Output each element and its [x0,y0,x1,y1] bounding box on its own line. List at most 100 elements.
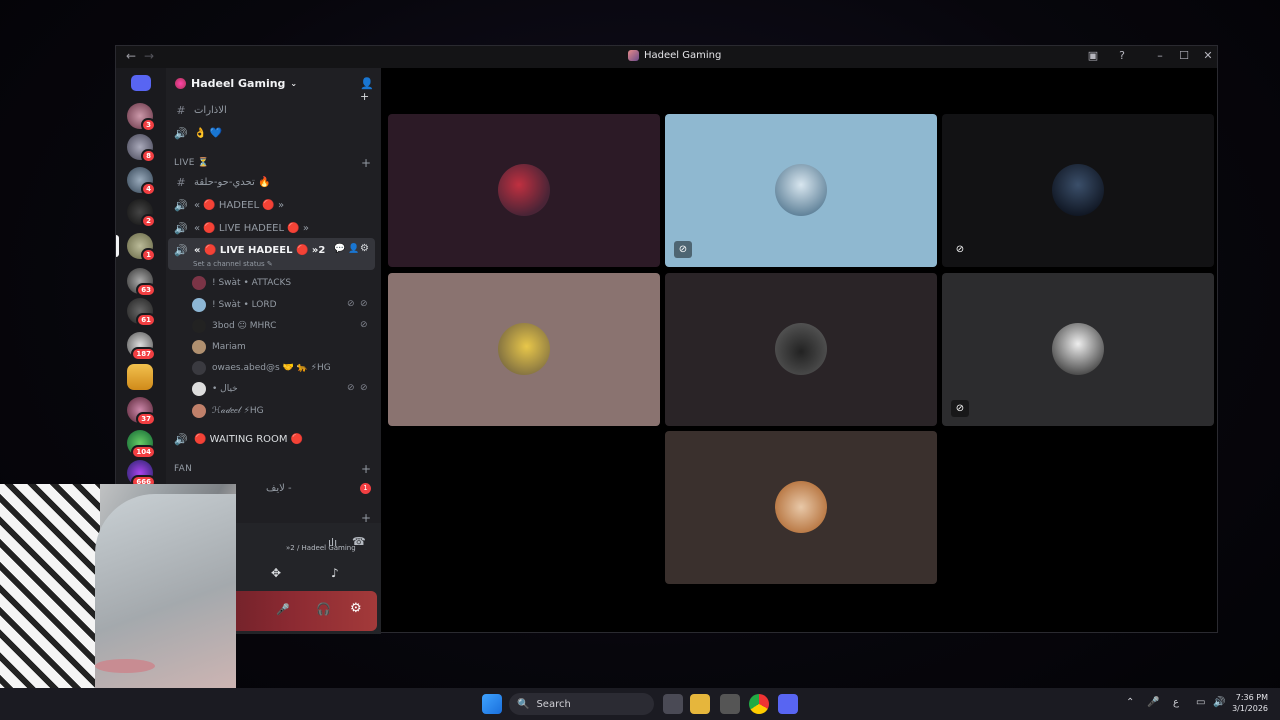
avatar [192,340,206,354]
muted-icon: ⊘ [360,320,368,330]
discord-home-icon[interactable] [131,75,151,91]
server-name-header[interactable]: Hadeel Gaming ⌄ [175,77,297,90]
avatar [192,361,206,375]
microphone-icon[interactable]: 🎤 [276,603,290,616]
speaker-icon: 🔊 [174,126,188,140]
avatar [775,323,827,375]
invite-icon[interactable]: 👤+ [360,77,381,103]
language-indicator[interactable]: ع [1173,697,1179,708]
search-icon: 🔍 [517,698,530,710]
channel-live-hadeel[interactable]: 🔊 « 🔴 LIVE HADEEL 🔴 » [174,218,309,238]
channel-fan-live[interactable]: لايف - [266,478,292,498]
disconnect-icon[interactable]: ☎ [352,535,366,548]
server-icon-hadeel-gaming[interactable]: 1 [127,233,156,262]
video-tile-1[interactable] [388,114,660,267]
inbox-icon[interactable]: ▣ [1085,49,1101,62]
server-icon-11[interactable]: 104 [127,430,156,459]
voice-user-6[interactable]: • خيال [192,379,238,399]
video-tile-3[interactable]: ⊘ [942,114,1214,267]
settings-gear-icon[interactable]: ⚙ [360,243,369,254]
avatar [775,164,827,216]
webcam-overlay [0,484,236,720]
server-icon-8[interactable]: 187 [127,332,156,361]
deafened-icon: ⊘ [360,299,368,309]
category-live[interactable]: LIVE ⏳ [174,158,209,168]
speaker-icon: 🔊 [174,198,188,212]
hash-icon: # [176,103,186,117]
muted-icon: ⊘ [347,299,355,309]
server-icon-4[interactable]: 2 [127,199,156,228]
minimize-button[interactable]: – [1152,49,1168,62]
maximize-button[interactable]: ☐ [1176,49,1192,62]
microphone-icon[interactable]: 🎤 [1147,697,1159,708]
taskbar-search[interactable]: 🔍 Search [509,693,654,715]
help-icon[interactable]: ? [1114,49,1130,62]
avatar [192,298,206,312]
window-title: Hadeel Gaming [628,50,721,61]
mic-muted-icon: ⊘ [955,244,965,255]
headphones-icon[interactable]: 🎧 [316,602,331,616]
discord-window: ← → Hadeel Gaming ▣ ? – ☐ ✕ 3 8 4 2 1 63… [115,45,1218,634]
channel-hadeel[interactable]: 🔊 « 🔴 HADEEL 🔴 » [174,195,284,215]
task-view-icon[interactable] [663,694,683,714]
close-button[interactable]: ✕ [1200,49,1216,62]
channel-challenge[interactable]: # تحدي-حو-حلقة 🔥 [174,172,270,192]
server-icon-6[interactable]: 63 [127,268,156,297]
start-button[interactable] [482,694,502,714]
speaker-icon: 🔊 [174,432,188,446]
chat-icon[interactable]: 💬 [334,244,345,254]
server-icon-3[interactable]: 4 [127,167,156,196]
add-channel-icon[interactable]: + [361,462,371,476]
channel-live-hadeel-2[interactable]: 🔊 « 🔴 LIVE HADEEL 🔴 »2 [174,240,325,260]
server-icon-7[interactable]: 61 [127,298,156,327]
back-arrow-icon[interactable]: ← [126,49,136,63]
muted-icon: ⊘ [347,383,355,393]
video-tile-6[interactable]: ⊘ [942,273,1214,426]
app-icon[interactable] [720,694,740,714]
video-tile-5[interactable] [665,273,937,426]
taskbar: 🔍 Search ⌃ 🎤 ع ▭ 🔊 7:36 PM 3/1/2026 [0,688,1280,720]
voice-user-5[interactable]: owaes.abed@s 🤝 🐆 ⚡HG [192,358,331,378]
activities-icon[interactable]: ✥ [271,566,281,580]
video-tile-7[interactable] [665,431,937,584]
soundboard-icon[interactable]: ♪ [331,566,339,580]
voice-user-4[interactable]: Mariam [192,337,246,357]
chevron-down-icon: ⌄ [290,79,298,88]
video-tile-2[interactable]: ⊘ [665,114,937,267]
network-icon[interactable]: ▭ [1196,697,1205,708]
voice-active-icon: 🔊 [174,243,188,257]
file-explorer-icon[interactable] [690,694,710,714]
voice-user-1[interactable]: ! Swàt • ATTACKS [192,273,291,293]
avatar [192,382,206,396]
clock[interactable]: 7:36 PM 3/1/2026 [1222,692,1268,714]
invite-user-icon[interactable]: 👤 [348,244,359,254]
voice-user-2[interactable]: ! Swàt • LORD [192,295,277,315]
chrome-icon[interactable] [749,694,769,714]
voice-user-7[interactable]: ℋ𝒶𝒹𝑒𝑒𝓁 ⚡HG [192,401,264,421]
discord-taskbar-icon[interactable] [778,694,798,714]
channel-announcements[interactable]: # الاذارات [174,100,226,120]
lips [95,659,155,673]
face-area [95,494,236,720]
channel-voice-emoji[interactable]: 🔊 👌 💙 [174,123,222,143]
avatar [498,323,550,375]
add-channel-icon[interactable]: + [361,156,371,170]
chevron-up-icon[interactable]: ⌃ [1126,697,1134,708]
server-icon-1[interactable]: 3 [127,103,156,132]
server-icon-2[interactable]: 8 [127,134,156,163]
hash-icon: # [176,175,186,189]
voice-user-3[interactable]: 3bod 😐 MHRC [192,316,276,336]
channel-waiting-room[interactable]: 🔊 🔴 WAITING ROOM 🔴 [174,429,303,449]
avatar [775,481,827,533]
avatar [498,164,550,216]
user-settings-gear-icon[interactable]: ⚙ [350,601,362,616]
video-tile-4[interactable] [388,273,660,426]
forward-arrow-icon[interactable]: → [144,49,154,63]
category-fan[interactable]: FAN [174,464,192,474]
server-icon-12[interactable]: 666 [127,460,156,489]
noise-suppression-icon[interactable]: ılı [328,536,337,549]
avatar [192,404,206,418]
server-icon-10[interactable]: 37 [127,397,156,426]
server-icon-9[interactable] [127,364,153,390]
channel-status[interactable]: Set a channel status ✎ [193,260,273,268]
